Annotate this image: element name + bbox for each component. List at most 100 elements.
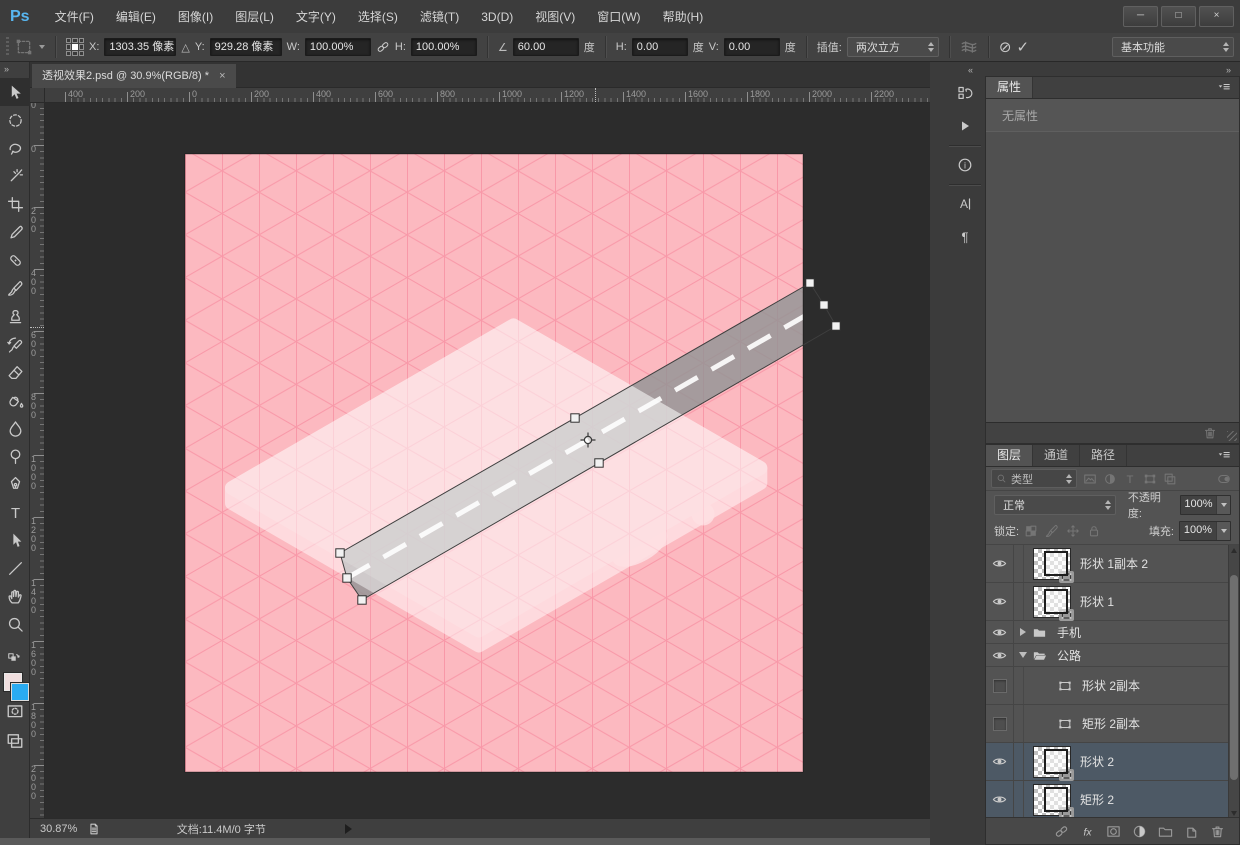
menu-item[interactable]: 窗口(W) <box>586 1 651 33</box>
move-tool[interactable] <box>0 78 30 106</box>
filter-toggle-icon[interactable] <box>1217 472 1231 486</box>
collapse-tools-button[interactable]: » <box>4 64 8 74</box>
menu-item[interactable]: 编辑(E) <box>105 1 167 33</box>
layer-thumbnail[interactable] <box>1033 784 1071 816</box>
transform-handle[interactable] <box>343 574 351 582</box>
lock-pixels-icon[interactable] <box>1045 524 1059 538</box>
menu-item[interactable]: 文件(F) <box>44 1 105 33</box>
type-tool[interactable]: T <box>0 498 30 526</box>
info-panel-button[interactable]: i <box>947 149 983 181</box>
transform-handle[interactable] <box>336 549 344 557</box>
layer-name[interactable]: 矩形 2副本 <box>1082 715 1140 732</box>
background-color-swatch[interactable] <box>11 683 29 701</box>
visibility-toggle[interactable] <box>986 583 1014 620</box>
tab-properties[interactable]: 属性 <box>986 77 1033 98</box>
character-panel-button[interactable]: A <box>947 188 983 220</box>
reference-point-locator[interactable] <box>66 38 84 56</box>
link-icon[interactable] <box>1054 824 1069 839</box>
group-expander-icon[interactable] <box>1020 628 1026 636</box>
actions-panel-button[interactable] <box>947 110 983 142</box>
layer-thumbnail[interactable] <box>1033 586 1071 618</box>
status-menu-arrow-icon[interactable] <box>345 824 352 834</box>
resize-grip[interactable] <box>1227 431 1237 441</box>
quick-mask-button[interactable] <box>6 702 24 720</box>
layer-row[interactable]: 形状 1副本 2 <box>986 545 1239 583</box>
layer-name[interactable]: 矩形 2 <box>1080 791 1114 808</box>
new-layer-icon[interactable] <box>1184 824 1199 839</box>
canvas-scene[interactable] <box>45 103 930 818</box>
magic-wand-tool[interactable] <box>0 162 30 190</box>
hand-tool[interactable] <box>0 582 30 610</box>
lock-all-icon[interactable] <box>1087 524 1101 538</box>
paint-bucket-tool[interactable] <box>0 386 30 414</box>
filter-adjust-button[interactable] <box>1100 470 1120 487</box>
lasso-tool[interactable] <box>0 134 30 162</box>
menu-item[interactable]: 滤镜(T) <box>409 1 470 33</box>
transform-handle[interactable] <box>358 596 366 604</box>
height-input[interactable]: 100.00% <box>411 38 477 56</box>
rotate-input[interactable]: 60.00 <box>513 38 579 56</box>
opacity-input[interactable]: 100% <box>1180 495 1231 515</box>
pen-tool[interactable] <box>0 470 30 498</box>
blend-mode-select[interactable]: 正常 <box>994 495 1116 515</box>
menu-item[interactable]: 图像(I) <box>167 1 224 33</box>
layer-row[interactable]: 矩形 2副本 <box>986 705 1239 743</box>
document-tab[interactable]: 透视效果2.psd @ 30.9%(RGB/8) * × <box>32 64 236 88</box>
layer-name[interactable]: 手机 <box>1057 624 1081 641</box>
maximize-button[interactable]: □ <box>1161 6 1196 27</box>
width-input[interactable]: 100.00% <box>305 38 371 56</box>
commit-transform-button[interactable]: ✓ <box>1016 38 1029 56</box>
filter-shape-button[interactable] <box>1140 470 1160 487</box>
layer-mask-icon[interactable] <box>1106 824 1121 839</box>
horizontal-ruler[interactable]: 4002000200400600800100012001400160018002… <box>45 88 930 103</box>
interpolation-select[interactable]: 两次立方 <box>847 37 939 57</box>
layer-row[interactable]: 手机 <box>986 621 1239 644</box>
line-tool[interactable] <box>0 554 30 582</box>
v-skew-input[interactable]: 0.00 <box>724 38 780 56</box>
eyedropper-tool[interactable] <box>0 218 30 246</box>
screen-mode-button[interactable] <box>6 732 24 750</box>
history-brush-tool[interactable] <box>0 330 30 358</box>
fill-dropdown-icon[interactable] <box>1216 522 1230 540</box>
group-icon[interactable] <box>1158 824 1173 839</box>
filter-type-button[interactable]: T <box>1120 470 1140 487</box>
filter-type-select[interactable]: 类型 <box>991 469 1077 488</box>
collapse-dock-button[interactable]: « <box>968 65 972 75</box>
filter-pixel-button[interactable] <box>1080 470 1100 487</box>
group-expander-icon[interactable] <box>1019 652 1027 658</box>
vertical-ruler[interactable]: 2000200400600800100012001400160018002000 <box>30 103 45 818</box>
layer-row[interactable]: 形状 2 <box>986 743 1239 781</box>
layer-row[interactable]: 公路 <box>986 644 1239 667</box>
layer-name[interactable]: 形状 1 <box>1080 593 1114 610</box>
scroll-down-icon[interactable] <box>1231 811 1237 816</box>
relative-position-toggle[interactable]: △ <box>181 41 189 54</box>
fill-input[interactable]: 100% <box>1179 521 1231 541</box>
layer-name[interactable]: 形状 2 <box>1080 753 1114 770</box>
clone-stamp-tool[interactable] <box>0 302 30 330</box>
healing-brush-tool[interactable] <box>0 246 30 274</box>
layer-thumbnail[interactable] <box>1033 548 1071 580</box>
menu-item[interactable]: 选择(S) <box>347 1 409 33</box>
trash-icon[interactable] <box>1210 824 1225 839</box>
swap-colors-icon[interactable] <box>3 652 25 666</box>
workspace-select[interactable]: 基本功能 <box>1112 37 1234 57</box>
minimize-button[interactable]: ─ <box>1123 6 1158 27</box>
filter-smart-button[interactable] <box>1160 470 1180 487</box>
tab-layers[interactable]: 图层 <box>986 445 1033 466</box>
brush-tool[interactable] <box>0 274 30 302</box>
layer-row[interactable]: 形状 1 <box>986 583 1239 621</box>
cancel-transform-button[interactable]: ⊘ <box>999 38 1012 56</box>
layer-name[interactable]: 公路 <box>1057 647 1081 664</box>
transform-handle[interactable] <box>571 414 579 422</box>
layer-row[interactable]: 形状 2副本 <box>986 667 1239 705</box>
visibility-toggle[interactable] <box>986 781 1014 818</box>
crop-tool[interactable] <box>0 190 30 218</box>
panel-menu-icon[interactable] <box>1215 449 1233 463</box>
x-input[interactable]: 1303.35 像素 <box>104 38 176 56</box>
layer-name[interactable]: 形状 1副本 2 <box>1080 555 1148 572</box>
h-skew-input[interactable]: 0.00 <box>632 38 688 56</box>
dodge-tool[interactable] <box>0 442 30 470</box>
transform-handle[interactable] <box>832 322 840 330</box>
zoom-tool[interactable] <box>0 610 30 638</box>
adjustment-icon[interactable] <box>1132 824 1147 839</box>
